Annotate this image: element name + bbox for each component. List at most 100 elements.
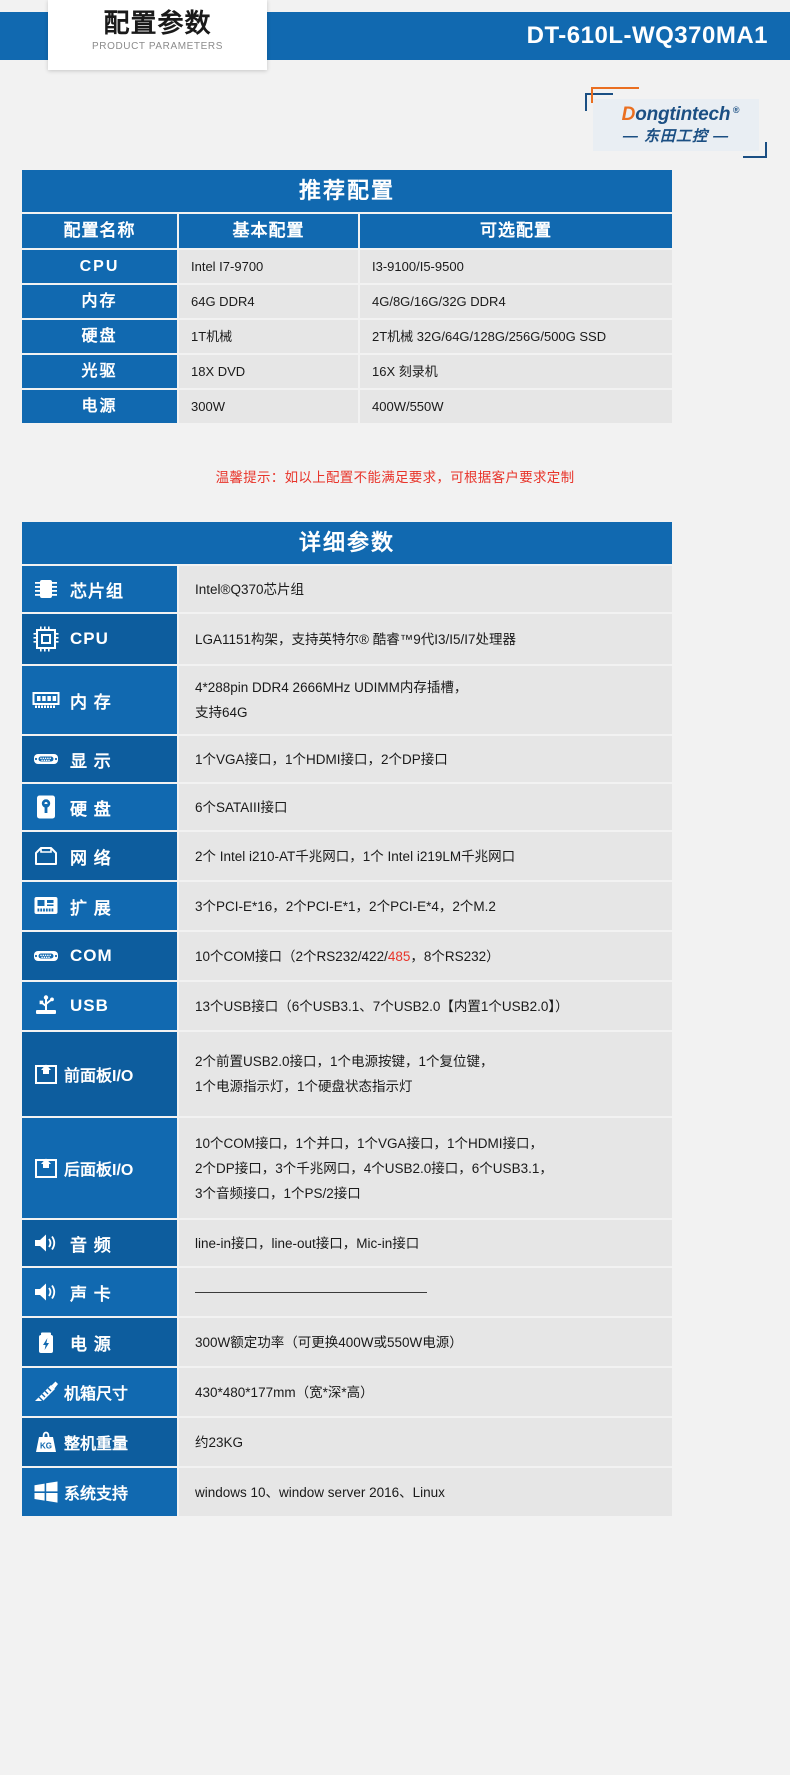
row-name: 电源 bbox=[22, 390, 177, 423]
detail-row-label: 机箱尺寸 bbox=[64, 1386, 129, 1403]
empty-value-rule bbox=[195, 1291, 427, 1293]
detail-row: KG 整机重量 约23KG bbox=[22, 1418, 672, 1466]
detail-parameters-table: 详细参数 芯片组 Intel®Q370芯片组 CPU LGA1151构架，支持英特尔®… bbox=[22, 522, 672, 1516]
detail-row-value-line: 2个前置USB2.0接口，1个电源按键，1个复位键， bbox=[195, 1054, 494, 1069]
table-row: 硬盘 1T机械 2T机械 32G/64G/128G/256G/500G SSD bbox=[22, 320, 672, 353]
detail-row-value-line: 2个DP接口，3个千兆网口，4个USB2.0接口，6个USB3.1， bbox=[195, 1160, 553, 1176]
row-basic: Intel I7-9700 bbox=[179, 250, 358, 283]
detail-row-label-cell: CPU bbox=[22, 614, 177, 664]
expansion-icon bbox=[32, 892, 60, 920]
detail-row-label: 系统支持 bbox=[64, 1486, 129, 1503]
usb-icon bbox=[32, 992, 60, 1020]
detail-row-value-cell: 300W额定功率（可更换400W或550W电源） bbox=[179, 1318, 672, 1366]
brand-logo: Dongtintech ® — 东田工控 — bbox=[585, 87, 767, 158]
detail-row-value-line: 13个USB接口（6个USB3.1、7个USB2.0【内置1个USB2.0】） bbox=[195, 998, 569, 1014]
detail-row: 网 络 2个 Intel i210-AT千兆网口，1个 Intel i219LM千… bbox=[22, 832, 672, 880]
detail-row-value-line: 4*288pin DDR4 2666MHz UDIMM内存插槽， bbox=[195, 680, 468, 695]
detail-parameters-title: 详细参数 bbox=[22, 522, 672, 564]
detail-row-value-line: 2个 Intel i210-AT千兆网口，1个 Intel i219LM千兆网口 bbox=[195, 848, 516, 864]
detail-row-value-line: 300W额定功率（可更换400W或550W电源） bbox=[195, 1334, 463, 1350]
recommended-config-table: 推荐配置 配置名称 基本配置 可选配置 CPU Intel I7-9700 I3… bbox=[22, 170, 672, 423]
detail-row: 显 示 1个VGA接口，1个HDMI接口，2个DP接口 bbox=[22, 736, 672, 782]
detail-row-label: COM bbox=[70, 946, 113, 965]
column-header-name: 配置名称 bbox=[22, 214, 177, 248]
detail-row-value-cell: 6个SATAIII接口 bbox=[179, 784, 672, 830]
column-header-optional: 可选配置 bbox=[360, 214, 672, 248]
detail-row-label-cell: 机箱尺寸 bbox=[22, 1368, 177, 1416]
detail-row-label: 芯片组 bbox=[70, 581, 124, 601]
product-model: DT-610L-WQ370MA1 bbox=[526, 22, 768, 49]
detail-row: 音 频 line-in接口，line-out接口，Mic-in接口 bbox=[22, 1220, 672, 1266]
detail-row: 声 卡 bbox=[22, 1268, 672, 1316]
detail-row-label: 前面板I/O bbox=[64, 1068, 134, 1085]
detail-row-label: 电 源 bbox=[70, 1334, 112, 1354]
detail-row: 电 源 300W额定功率（可更换400W或550W电源） bbox=[22, 1318, 672, 1366]
detail-row-label-cell: 音 频 bbox=[22, 1220, 177, 1266]
detail-row-label-cell: 显 示 bbox=[22, 736, 177, 782]
row-optional: 4G/8G/16G/32G DDR4 bbox=[360, 285, 672, 318]
detail-row-value-cell: Intel®Q370芯片组 bbox=[179, 566, 672, 612]
row-name: 硬盘 bbox=[22, 320, 177, 353]
detail-row-label-cell: 硬 盘 bbox=[22, 784, 177, 830]
detail-row-label-cell: 声 卡 bbox=[22, 1268, 177, 1316]
detail-row-value-cell: 3个PCI-E*16，2个PCI-E*1，2个PCI-E*4，2个M.2 bbox=[179, 882, 672, 930]
table-row: CPU Intel I7-9700 I3-9100/I5-9500 bbox=[22, 250, 672, 283]
windows-icon bbox=[32, 1478, 60, 1506]
detail-row-value-cell: 10个COM接口（2个RS232/422/485，8个RS232） bbox=[179, 932, 672, 980]
power-icon bbox=[32, 1328, 60, 1356]
table-row: 光驱 18X DVD 16X 刻录机 bbox=[22, 355, 672, 388]
detail-row-value-line: 10个COM接口（2个RS232/422/485，8个RS232） bbox=[195, 948, 500, 964]
column-header-basic: 基本配置 bbox=[179, 214, 358, 248]
detail-row-value-cell: 13个USB接口（6个USB3.1、7个USB2.0【内置1个USB2.0】） bbox=[179, 982, 672, 1030]
logo-brand-rest: ongtintech bbox=[635, 104, 731, 125]
row-name: CPU bbox=[22, 250, 177, 283]
detail-row-label: 扩 展 bbox=[70, 898, 112, 918]
detail-row-value-line: 6个SATAIII接口 bbox=[195, 799, 288, 815]
network-icon bbox=[32, 842, 60, 870]
com-port-icon bbox=[32, 942, 60, 970]
detail-row-value-cell: 4*288pin DDR4 2666MHz UDIMM内存插槽， 支持64G bbox=[179, 666, 672, 734]
row-basic: 1T机械 bbox=[179, 320, 358, 353]
row-name: 内存 bbox=[22, 285, 177, 318]
detail-row: 硬 盘 6个SATAIII接口 bbox=[22, 784, 672, 830]
customization-notice: 温馨提示：如以上配置不能满足要求，可根据客户要求定制 bbox=[215, 470, 575, 485]
detail-row-value-line: LGA1151构架，支持英特尔® 酷睿™9代I3/I5/I7处理器 bbox=[195, 631, 517, 647]
detail-row: 扩 展 3个PCI-E*16，2个PCI-E*1，2个PCI-E*4，2个M.2 bbox=[22, 882, 672, 930]
detail-row-label-cell: 系统支持 bbox=[22, 1468, 177, 1516]
detail-row: 内 存 4*288pin DDR4 2666MHz UDIMM内存插槽， 支持64G bbox=[22, 666, 672, 734]
detail-row-value-line: 1个VGA接口，1个HDMI接口，2个DP接口 bbox=[195, 751, 448, 767]
detail-row-label: 后面板I/O bbox=[64, 1162, 134, 1179]
detail-row: 芯片组 Intel®Q370芯片组 bbox=[22, 566, 672, 612]
detail-row-value-line: 3个PCI-E*16，2个PCI-E*1，2个PCI-E*4，2个M.2 bbox=[195, 898, 496, 914]
detail-row-value-cell: 2个 Intel i210-AT千兆网口，1个 Intel i219LM千兆网口 bbox=[179, 832, 672, 880]
detail-row-label-cell: 网 络 bbox=[22, 832, 177, 880]
detail-row-label: 网 络 bbox=[70, 848, 112, 868]
detail-row-label-cell: 后面板I/O bbox=[22, 1118, 177, 1218]
row-name: 光驱 bbox=[22, 355, 177, 388]
memory-icon bbox=[32, 686, 60, 714]
detail-row-label-cell: 扩 展 bbox=[22, 882, 177, 930]
detail-row-label-cell: 电 源 bbox=[22, 1318, 177, 1366]
detail-row-value-cell bbox=[179, 1268, 672, 1316]
row-optional: 400W/550W bbox=[360, 390, 672, 423]
dimension-icon bbox=[32, 1378, 60, 1406]
detail-row-value-cell: 2个前置USB2.0接口，1个电源按键，1个复位键， 1个电源指示灯，1个硬盘状态… bbox=[179, 1032, 672, 1116]
detail-row-value-line: 约23KG bbox=[195, 1434, 244, 1450]
row-basic: 18X DVD bbox=[179, 355, 358, 388]
detail-row-value-line: 3个音频接口，1个PS/2接口 bbox=[195, 1185, 361, 1201]
logo-plate: Dongtintech ® — 东田工控 — bbox=[593, 99, 759, 151]
detail-row: 后面板I/O 10个COM接口，1个并口，1个VGA接口，1个HDMI接口， 2个D… bbox=[22, 1118, 672, 1218]
detail-row-value-line bbox=[195, 1291, 672, 1293]
detail-row-value-cell: line-in接口，line-out接口，Mic-in接口 bbox=[179, 1220, 672, 1266]
detail-row-label: 整机重量 bbox=[64, 1436, 129, 1453]
page-subtitle: PRODUCT PARAMETERS bbox=[91, 41, 223, 52]
detail-row-value-cell: 10个COM接口，1个并口，1个VGA接口，1个HDMI接口， 2个DP接口，3个… bbox=[179, 1118, 672, 1218]
detail-row-value-line: 430*480*177mm（宽*深*高） bbox=[195, 1384, 374, 1400]
detail-row-label-cell: 芯片组 bbox=[22, 566, 177, 612]
registered-mark-icon: ® bbox=[732, 105, 740, 115]
front-panel-icon bbox=[32, 1060, 60, 1088]
detail-row-value-line: Intel®Q370芯片组 bbox=[195, 581, 304, 597]
detail-row-value-line: line-in接口，line-out接口，Mic-in接口 bbox=[195, 1235, 420, 1251]
detail-row: USB 13个USB接口（6个USB3.1、7个USB2.0【内置1个USB2.0… bbox=[22, 982, 672, 1030]
page-title-plate: 配置参数 PRODUCT PARAMETERS bbox=[48, 0, 267, 70]
